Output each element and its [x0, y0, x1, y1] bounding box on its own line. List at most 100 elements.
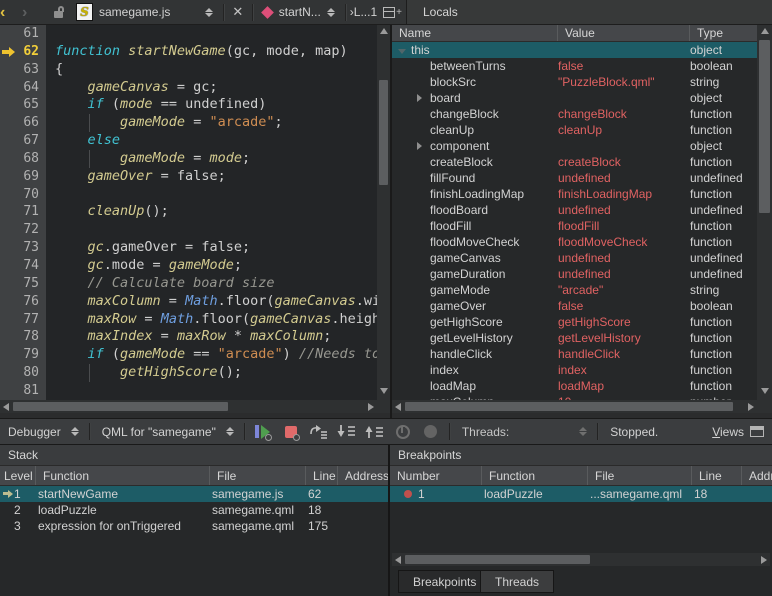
- locals-row[interactable]: boardobject: [392, 90, 757, 106]
- collapse-panel-icon[interactable]: [750, 426, 764, 437]
- step-out-button[interactable]: [365, 423, 385, 441]
- locals-vertical-scrollbar[interactable]: [757, 25, 772, 400]
- views-menu-button[interactable]: Views: [712, 425, 744, 439]
- locals-row[interactable]: getHighScoregetHighScorefunction: [392, 314, 757, 330]
- go-back-button[interactable]: ‹: [0, 0, 22, 25]
- file-selector-arrows-icon[interactable]: [205, 8, 213, 17]
- scrollbar-handle[interactable]: [13, 402, 228, 411]
- column-header-number[interactable]: Number: [390, 466, 482, 485]
- breakpoints-header-row[interactable]: Number Function File Line Address: [390, 466, 772, 486]
- code-line[interactable]: else: [46, 132, 377, 150]
- locals-row[interactable]: gameDurationundefinedundefined: [392, 266, 757, 282]
- scroll-down-arrow-icon[interactable]: [761, 388, 769, 394]
- locals-row[interactable]: blockSrc"PuzzleBlock.qml"string: [392, 74, 757, 90]
- scroll-right-arrow-icon[interactable]: [748, 403, 754, 411]
- locals-row[interactable]: betweenTurnsfalseboolean: [392, 58, 757, 74]
- go-forward-button[interactable]: ›: [22, 0, 44, 25]
- tab-breakpoints[interactable]: Breakpoints: [398, 570, 491, 593]
- scroll-right-arrow-icon[interactable]: [368, 403, 374, 411]
- expand-icon[interactable]: [417, 90, 427, 106]
- locals-row[interactable]: gameCanvasundefinedundefined: [392, 250, 757, 266]
- locals-header-row[interactable]: Name Value Type: [392, 25, 757, 42]
- engine-arrows-icon[interactable]: [226, 427, 234, 436]
- scroll-up-arrow-icon[interactable]: [761, 28, 769, 34]
- locals-row[interactable]: cleanUpcleanUpfunction: [392, 122, 757, 138]
- scrollbar-handle[interactable]: [759, 40, 770, 213]
- column-header-line[interactable]: Line: [306, 466, 338, 485]
- column-header-file[interactable]: File: [210, 466, 306, 485]
- scroll-down-arrow-icon[interactable]: [380, 388, 388, 394]
- code-line[interactable]: maxColumn = Math.floor(gameCanvas.wid: [46, 293, 377, 311]
- locals-row[interactable]: createBlockcreateBlockfunction: [392, 154, 757, 170]
- debug-engine-selector[interactable]: QML for "samegame": [102, 425, 216, 439]
- scroll-up-arrow-icon[interactable]: [380, 28, 388, 34]
- stack-header-row[interactable]: Level Function File Line Address: [0, 466, 388, 486]
- split-editor-icon[interactable]: [383, 7, 395, 18]
- tab-threads[interactable]: Threads: [480, 570, 554, 593]
- step-over-button[interactable]: [309, 423, 329, 441]
- code-line[interactable]: [46, 382, 377, 400]
- locals-row[interactable]: getLevelHistorygetLevelHistoryfunction: [392, 330, 757, 346]
- code-line[interactable]: if (mode == undefined): [46, 96, 377, 114]
- code-line[interactable]: [46, 25, 377, 43]
- collapse-icon[interactable]: [398, 42, 408, 58]
- restart-debugger-button[interactable]: [393, 423, 413, 441]
- code-area[interactable]: function startNewGame(gc, mode, map){ ga…: [46, 25, 377, 400]
- editor-vertical-scrollbar[interactable]: [377, 25, 390, 400]
- locals-row[interactable]: gameMode"arcade"string: [392, 282, 757, 298]
- scroll-left-arrow-icon[interactable]: [395, 556, 401, 564]
- locals-row[interactable]: fillFoundundefinedundefined: [392, 170, 757, 186]
- breakpoint-row[interactable]: 1loadPuzzle...samegame.qml18: [390, 486, 772, 502]
- code-line[interactable]: {: [46, 61, 377, 79]
- scroll-right-arrow-icon[interactable]: [761, 556, 767, 564]
- locals-row[interactable]: loadMaploadMapfunction: [392, 378, 757, 394]
- threads-selector-arrows-icon[interactable]: [579, 427, 587, 436]
- locals-row[interactable]: thisobject: [392, 42, 757, 58]
- code-line[interactable]: [46, 221, 377, 239]
- code-line[interactable]: gameCanvas = gc;: [46, 79, 377, 97]
- perspective-selector[interactable]: Debugger: [8, 425, 61, 439]
- locals-row[interactable]: changeBlockchangeBlockfunction: [392, 106, 757, 122]
- column-header-value[interactable]: Value: [558, 25, 690, 41]
- column-header-function[interactable]: Function: [482, 466, 588, 485]
- code-line[interactable]: maxIndex = maxRow * maxColumn;: [46, 328, 377, 346]
- code-line[interactable]: gameMode = mode;: [46, 150, 377, 168]
- perspective-arrows-icon[interactable]: [71, 427, 79, 436]
- breakpoints-horizontal-scrollbar[interactable]: [392, 553, 770, 566]
- column-header-name[interactable]: Name: [392, 25, 558, 41]
- locals-row[interactable]: gameOverfalseboolean: [392, 298, 757, 314]
- locals-horizontal-scrollbar[interactable]: [392, 400, 757, 413]
- column-header-line[interactable]: Line: [692, 466, 742, 485]
- code-line[interactable]: gameOver = false;: [46, 168, 377, 186]
- symbol-selector-arrows-icon[interactable]: [327, 8, 335, 17]
- scrollbar-handle[interactable]: [405, 555, 590, 564]
- code-line[interactable]: [46, 186, 377, 204]
- continue-button[interactable]: [253, 423, 273, 441]
- stack-frame-row[interactable]: 1startNewGamesamegame.js62: [0, 486, 388, 502]
- step-into-button[interactable]: [337, 423, 357, 441]
- locals-row[interactable]: handleClickhandleClickfunction: [392, 346, 757, 362]
- locals-row[interactable]: floodMoveCheckfloodMoveCheckfunction: [392, 234, 757, 250]
- locals-row[interactable]: finishLoadingMapfinishLoadingMapfunction: [392, 186, 757, 202]
- symbol-selector[interactable]: startN...: [279, 5, 321, 19]
- locals-row[interactable]: componentobject: [392, 138, 757, 154]
- scrollbar-handle[interactable]: [379, 80, 388, 185]
- stack-frame-row[interactable]: 2loadPuzzlesamegame.qml18: [0, 502, 388, 518]
- column-header-address[interactable]: Address: [742, 466, 772, 485]
- locals-row[interactable]: floodFillfloodFillfunction: [392, 218, 757, 234]
- code-line[interactable]: // Calculate board size: [46, 275, 377, 293]
- expand-icon[interactable]: [417, 138, 427, 154]
- stack-frame-row[interactable]: 3expression for onTriggeredsamegame.qml1…: [0, 518, 388, 534]
- code-line[interactable]: cleanUp();: [46, 203, 377, 221]
- interrupt-button[interactable]: [281, 423, 301, 441]
- column-header-function[interactable]: Function: [36, 466, 210, 485]
- code-line[interactable]: if (gameMode == "arcade") //Needs to: [46, 346, 377, 364]
- column-header-level[interactable]: Level: [0, 466, 36, 485]
- code-editor[interactable]: 6162636465666768697071727374757677787980…: [0, 25, 390, 418]
- code-line[interactable]: maxRow = Math.floor(gameCanvas.height: [46, 311, 377, 329]
- close-document-button[interactable]: ✕: [228, 4, 248, 20]
- column-header-address[interactable]: Address: [338, 466, 388, 485]
- column-header-type[interactable]: Type: [690, 25, 757, 41]
- code-line[interactable]: function startNewGame(gc, mode, map): [46, 43, 377, 61]
- scroll-left-arrow-icon[interactable]: [395, 403, 401, 411]
